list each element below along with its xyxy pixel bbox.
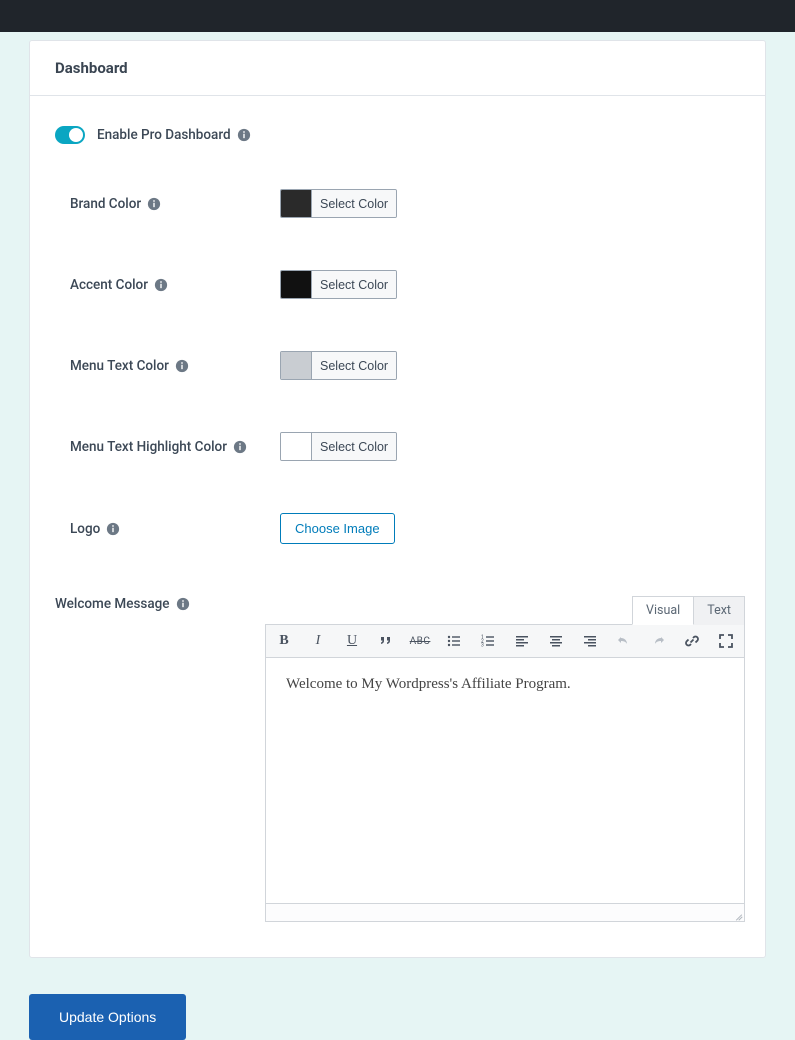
editor-footer bbox=[265, 904, 745, 922]
editor: Visual Text B I U ABC 123 bbox=[265, 596, 745, 922]
menu-text-color-swatch bbox=[281, 352, 312, 379]
info-icon[interactable] bbox=[147, 197, 161, 211]
choose-image-button[interactable]: Choose Image bbox=[280, 513, 395, 544]
brand-color-swatch bbox=[281, 190, 312, 217]
enable-pro-row: Enable Pro Dashboard bbox=[55, 126, 740, 144]
redo-icon[interactable] bbox=[648, 631, 668, 651]
logo-label: Logo bbox=[55, 521, 280, 537]
menu-text-color-row: Menu Text Color Select Color bbox=[55, 351, 740, 380]
brand-color-button[interactable]: Select Color bbox=[312, 190, 396, 217]
tab-text[interactable]: Text bbox=[694, 596, 745, 625]
bold-icon[interactable]: B bbox=[274, 631, 294, 651]
align-left-icon[interactable] bbox=[512, 631, 532, 651]
resize-handle-icon[interactable] bbox=[733, 910, 743, 920]
info-icon[interactable] bbox=[175, 359, 189, 373]
svg-text:3: 3 bbox=[481, 643, 484, 649]
welcome-message-row: Welcome Message Visual Text B I U A bbox=[55, 596, 740, 922]
menu-text-highlight-button[interactable]: Select Color bbox=[312, 433, 396, 460]
accent-color-row: Accent Color Select Color bbox=[55, 270, 740, 299]
fullscreen-icon[interactable] bbox=[716, 631, 736, 651]
number-list-icon[interactable]: 123 bbox=[478, 631, 498, 651]
menu-text-highlight-label: Menu Text Highlight Color bbox=[55, 439, 280, 455]
info-icon[interactable] bbox=[233, 440, 247, 454]
menu-text-color-label: Menu Text Color bbox=[55, 358, 280, 374]
editor-tabs: Visual Text bbox=[265, 596, 745, 625]
menu-text-highlight-row: Menu Text Highlight Color Select Color bbox=[55, 432, 740, 461]
update-options-button[interactable]: Update Options bbox=[29, 994, 186, 1040]
info-icon[interactable] bbox=[106, 522, 120, 536]
underline-icon[interactable]: U bbox=[342, 631, 362, 651]
accent-color-label: Accent Color bbox=[55, 277, 280, 293]
menu-text-highlight-swatch bbox=[281, 433, 312, 460]
brand-color-row: Brand Color Select Color bbox=[55, 189, 740, 218]
panel-title: Dashboard bbox=[55, 59, 740, 77]
align-right-icon[interactable] bbox=[580, 631, 600, 651]
welcome-message-label: Welcome Message bbox=[55, 596, 265, 612]
info-icon[interactable] bbox=[154, 278, 168, 292]
top-bar bbox=[0, 0, 795, 32]
link-icon[interactable] bbox=[682, 631, 702, 651]
dashboard-panel: Dashboard Enable Pro Dashboard Brand Col… bbox=[29, 40, 766, 958]
accent-color-button[interactable]: Select Color bbox=[312, 271, 396, 298]
tab-visual[interactable]: Visual bbox=[632, 596, 694, 625]
info-icon[interactable] bbox=[237, 128, 251, 142]
brand-color-picker[interactable]: Select Color bbox=[280, 189, 397, 218]
bullet-list-icon[interactable] bbox=[444, 631, 464, 651]
editor-textarea[interactable]: Welcome to My Wordpress's Affiliate Prog… bbox=[265, 658, 745, 904]
panel-header: Dashboard bbox=[30, 41, 765, 96]
enable-pro-toggle[interactable] bbox=[55, 126, 85, 144]
accent-color-swatch bbox=[281, 271, 312, 298]
menu-text-color-picker[interactable]: Select Color bbox=[280, 351, 397, 380]
italic-icon[interactable]: I bbox=[308, 631, 328, 651]
menu-text-color-button[interactable]: Select Color bbox=[312, 352, 396, 379]
info-icon[interactable] bbox=[176, 597, 190, 611]
menu-text-highlight-picker[interactable]: Select Color bbox=[280, 432, 397, 461]
panel-body: Enable Pro Dashboard Brand Color Select … bbox=[30, 96, 765, 957]
undo-icon[interactable] bbox=[614, 631, 634, 651]
editor-toolbar: B I U ABC 123 bbox=[265, 624, 745, 658]
logo-row: Logo Choose Image bbox=[55, 513, 740, 544]
editor-content: Welcome to My Wordpress's Affiliate Prog… bbox=[286, 676, 724, 693]
quote-icon[interactable] bbox=[376, 631, 396, 651]
enable-pro-label: Enable Pro Dashboard bbox=[97, 127, 231, 143]
brand-color-label: Brand Color bbox=[55, 196, 280, 212]
align-center-icon[interactable] bbox=[546, 631, 566, 651]
strikethrough-icon[interactable]: ABC bbox=[410, 631, 430, 651]
accent-color-picker[interactable]: Select Color bbox=[280, 270, 397, 299]
